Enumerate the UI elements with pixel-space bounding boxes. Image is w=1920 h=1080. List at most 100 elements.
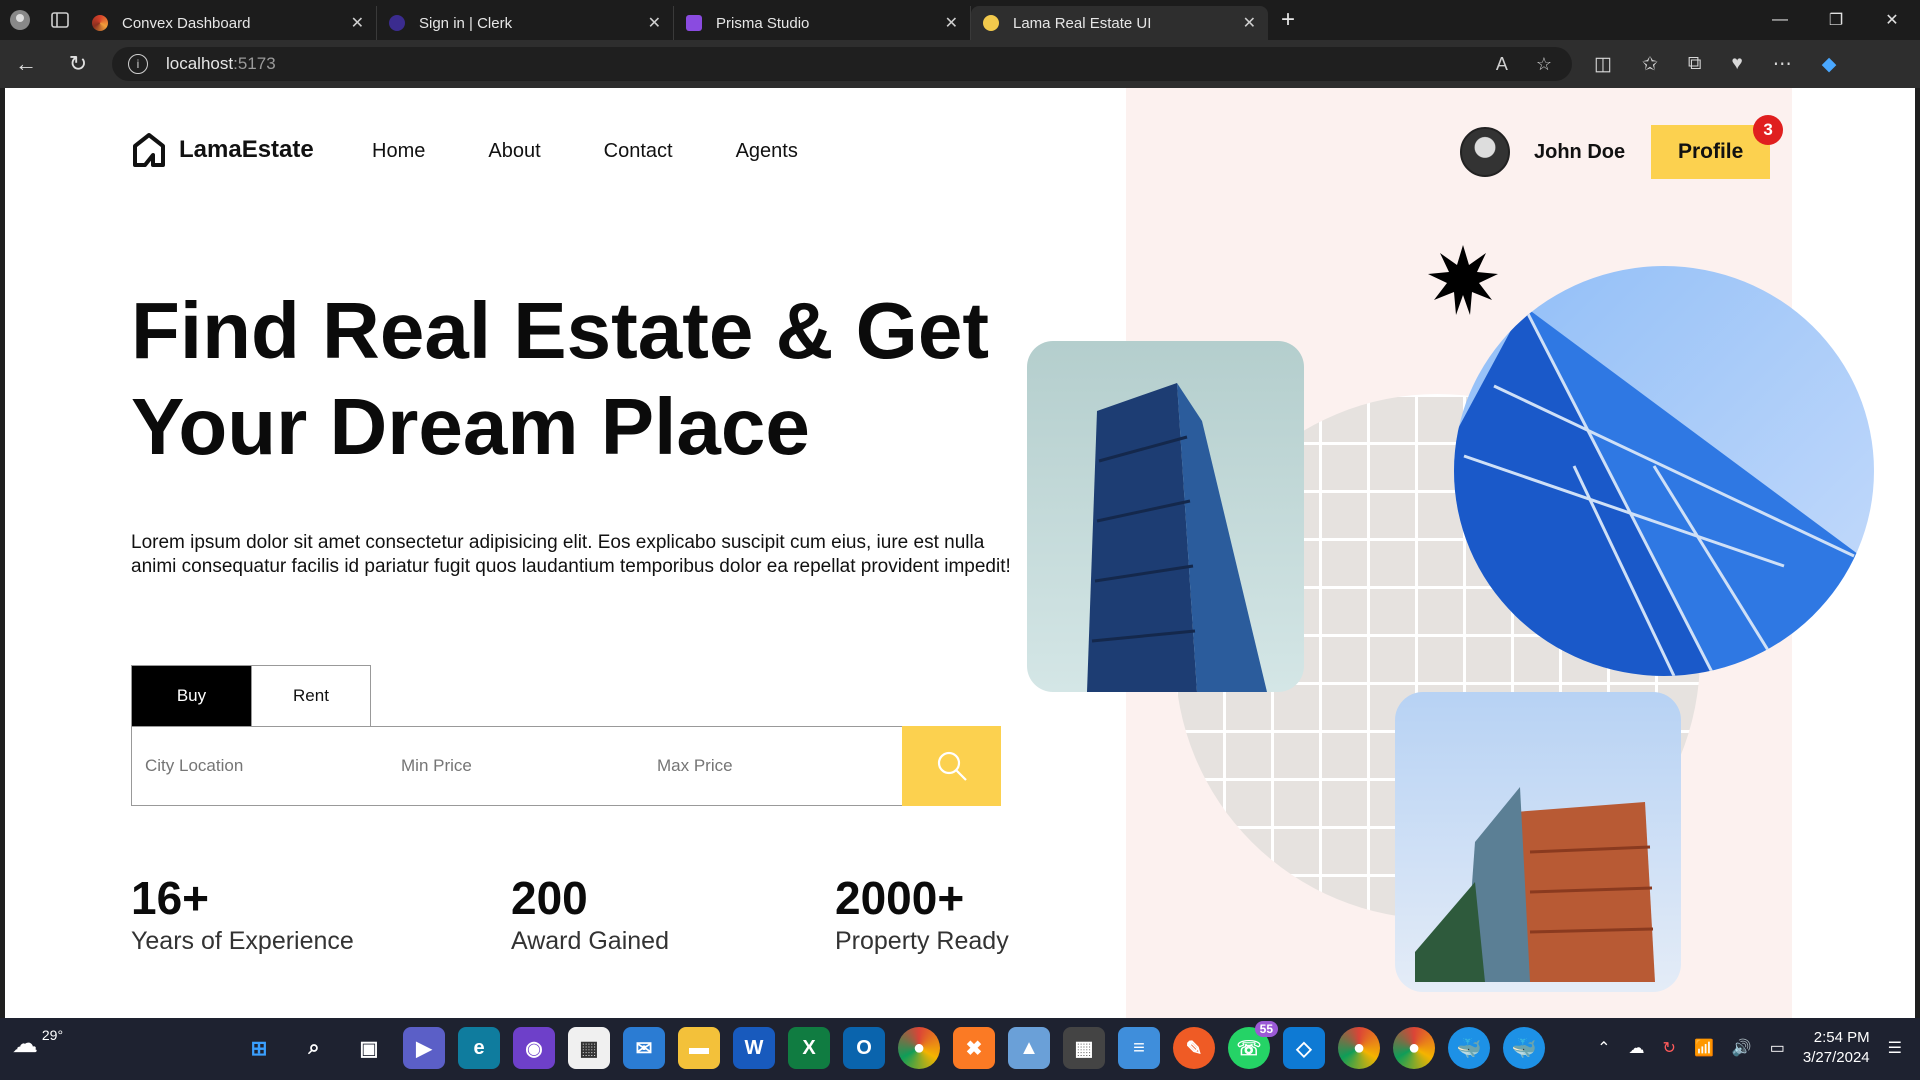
tab-actions-icon[interactable] bbox=[40, 0, 80, 40]
chrome-profile-icon[interactable]: ● bbox=[1393, 1027, 1435, 1069]
favorite-star-icon[interactable]: ☆ bbox=[1536, 54, 1552, 75]
notifications-icon[interactable]: ☰ bbox=[1888, 1038, 1902, 1058]
hero-title: Find Real Estate & Get Your Dream Place bbox=[131, 283, 1031, 475]
teams-icon[interactable]: ▶ bbox=[403, 1027, 445, 1069]
site-info-icon[interactable]: i bbox=[128, 54, 148, 74]
site-logo[interactable]: LamaEstate bbox=[131, 132, 314, 168]
chrome-profile-icon[interactable]: ● bbox=[1338, 1027, 1380, 1069]
browser-tab-active[interactable]: Lama Real Estate UI ✕ bbox=[971, 6, 1268, 40]
restore-icon[interactable]: ❐ bbox=[1808, 0, 1864, 40]
browser-tab[interactable]: Convex Dashboard ✕ bbox=[80, 6, 377, 40]
close-tab-icon[interactable]: ✕ bbox=[648, 13, 661, 33]
close-tab-icon[interactable]: ✕ bbox=[1243, 13, 1256, 33]
browser-tab[interactable]: Sign in | Clerk ✕ bbox=[377, 6, 674, 40]
nav-agents[interactable]: Agents bbox=[736, 140, 798, 163]
url-host: localhost bbox=[166, 54, 234, 73]
whatsapp-icon[interactable]: ☏ 55 bbox=[1228, 1021, 1278, 1069]
vscode-icon[interactable]: ◇ bbox=[1283, 1027, 1325, 1069]
notification-badge: 3 bbox=[1753, 115, 1784, 145]
nav-contact[interactable]: Contact bbox=[604, 140, 673, 163]
weather-widget[interactable]: ☁ 29° bbox=[12, 1027, 63, 1059]
clock-time: 2:54 PM bbox=[1813, 1029, 1870, 1046]
tab-rent[interactable]: Rent bbox=[251, 666, 370, 726]
close-tab-icon[interactable]: ✕ bbox=[945, 13, 958, 33]
file-explorer-icon[interactable]: ▬ bbox=[678, 1027, 720, 1069]
excel-icon[interactable]: X bbox=[788, 1027, 830, 1069]
hero-title-line1: Find Real Estate & Get bbox=[131, 286, 989, 375]
main-nav: Home About Contact Agents bbox=[372, 140, 861, 163]
stat-properties: 2000+ Property Ready bbox=[835, 871, 1009, 956]
stat-label: Years of Experience bbox=[131, 927, 354, 955]
nav-about[interactable]: About bbox=[488, 140, 540, 163]
wifi-icon[interactable]: 📶 bbox=[1694, 1038, 1714, 1058]
browser-tab[interactable]: Prisma Studio ✕ bbox=[674, 6, 971, 40]
word-icon[interactable]: W bbox=[733, 1027, 775, 1069]
refresh-icon[interactable]: ↻ bbox=[52, 40, 104, 88]
windows-taskbar: ☁ 29° ⊞ ⌕ ▣ ▶ e ◉ ▦ ✉ ▬ W X O ● ✖ ▲ ▦ ≡ … bbox=[0, 1018, 1920, 1080]
copilot-icon[interactable]: ◆ bbox=[1822, 53, 1837, 76]
hero-title-line2: Your Dream Place bbox=[131, 382, 810, 471]
postman-icon[interactable]: ✎ bbox=[1173, 1027, 1215, 1069]
mail-icon[interactable]: ✉ bbox=[623, 1027, 665, 1069]
minimize-icon[interactable]: — bbox=[1752, 0, 1808, 40]
edge-icon[interactable]: e bbox=[458, 1027, 500, 1069]
url-field[interactable]: i localhost:5173 A ☆ bbox=[112, 47, 1572, 81]
avatar[interactable] bbox=[1460, 127, 1510, 177]
chrome-icon[interactable]: ● bbox=[898, 1027, 940, 1069]
address-bar: ← ↻ i localhost:5173 A ☆ ◫ ✩ ⧉ ♥ ⋯ ◆ bbox=[0, 40, 1920, 88]
profile-button[interactable]: Profile 3 bbox=[1651, 115, 1784, 179]
nav-home[interactable]: Home bbox=[372, 140, 425, 163]
taskbar-apps: ⊞ ⌕ ▣ ▶ e ◉ ▦ ✉ ▬ W X O ● ✖ ▲ ▦ ≡ ✎ ☏ 55… bbox=[238, 1021, 1545, 1069]
search-button[interactable] bbox=[902, 726, 1001, 806]
stat-experience: 16+ Years of Experience bbox=[131, 871, 354, 956]
battery-icon[interactable]: ▭ bbox=[1770, 1038, 1785, 1058]
max-price-input[interactable] bbox=[644, 727, 900, 805]
start-windows-icon[interactable]: ⊞ bbox=[238, 1027, 280, 1069]
chevron-up-icon[interactable]: ⌃ bbox=[1597, 1038, 1610, 1058]
window-controls: — ❐ ✕ bbox=[1752, 0, 1920, 40]
stat-awards: 200 Award Gained bbox=[511, 871, 669, 956]
new-tab-icon[interactable]: + bbox=[1268, 6, 1308, 34]
onedrive-icon[interactable]: ☁ bbox=[1629, 1038, 1645, 1058]
back-icon[interactable]: ← bbox=[0, 40, 52, 88]
clock[interactable]: 2:54 PM 3/27/2024 bbox=[1803, 1028, 1870, 1068]
close-window-icon[interactable]: ✕ bbox=[1864, 0, 1920, 40]
notepad-icon[interactable]: ≡ bbox=[1118, 1027, 1160, 1069]
close-tab-icon[interactable]: ✕ bbox=[351, 13, 364, 33]
browser-essentials-icon[interactable]: ♥ bbox=[1731, 53, 1742, 76]
store-icon[interactable]: ▦ bbox=[568, 1027, 610, 1069]
favorites-icon[interactable]: ✩ bbox=[1642, 53, 1658, 76]
min-price-input[interactable] bbox=[388, 727, 644, 805]
profile-icon[interactable] bbox=[0, 0, 40, 40]
outlook-icon[interactable]: O bbox=[843, 1027, 885, 1069]
tab-title: Convex Dashboard bbox=[122, 14, 251, 32]
web-page: LamaEstate Home About Contact Agents Joh… bbox=[5, 88, 1915, 1018]
stat-number: 16+ bbox=[131, 872, 210, 924]
search-type-tabs: Buy Rent bbox=[131, 665, 371, 726]
stat-number: 200 bbox=[511, 872, 588, 924]
tab-buy[interactable]: Buy bbox=[132, 666, 251, 726]
tower-image bbox=[1027, 341, 1304, 692]
sync-icon[interactable]: ↻ bbox=[1663, 1038, 1676, 1058]
task-view-icon[interactable]: ▣ bbox=[348, 1027, 390, 1069]
split-screen-icon[interactable]: ◫ bbox=[1594, 53, 1612, 76]
volume-icon[interactable]: 🔊 bbox=[1732, 1038, 1752, 1058]
read-aloud-icon[interactable]: A bbox=[1496, 54, 1508, 75]
photos-icon[interactable]: ▲ bbox=[1008, 1027, 1050, 1069]
city-location-input[interactable] bbox=[132, 727, 388, 805]
user-name: John Doe bbox=[1534, 140, 1626, 163]
stat-label: Property Ready bbox=[835, 927, 1009, 955]
search-icon[interactable]: ⌕ bbox=[293, 1027, 335, 1069]
xampp-icon[interactable]: ✖ bbox=[953, 1027, 995, 1069]
hero-description: Lorem ipsum dolor sit amet consectetur a… bbox=[131, 532, 1011, 577]
docker-icon[interactable]: 🐳 bbox=[1448, 1027, 1490, 1069]
search-form bbox=[131, 726, 1001, 806]
calculator-icon[interactable]: ▦ bbox=[1063, 1027, 1105, 1069]
tab-title: Sign in | Clerk bbox=[419, 14, 513, 32]
brick-building-image bbox=[1395, 692, 1681, 992]
more-menu-icon[interactable]: ⋯ bbox=[1773, 53, 1792, 76]
docker-icon[interactable]: 🐳 bbox=[1503, 1027, 1545, 1069]
whatsapp-badge: 55 bbox=[1254, 1021, 1278, 1037]
collections-icon[interactable]: ⧉ bbox=[1688, 53, 1702, 76]
github-icon[interactable]: ◉ bbox=[513, 1027, 555, 1069]
